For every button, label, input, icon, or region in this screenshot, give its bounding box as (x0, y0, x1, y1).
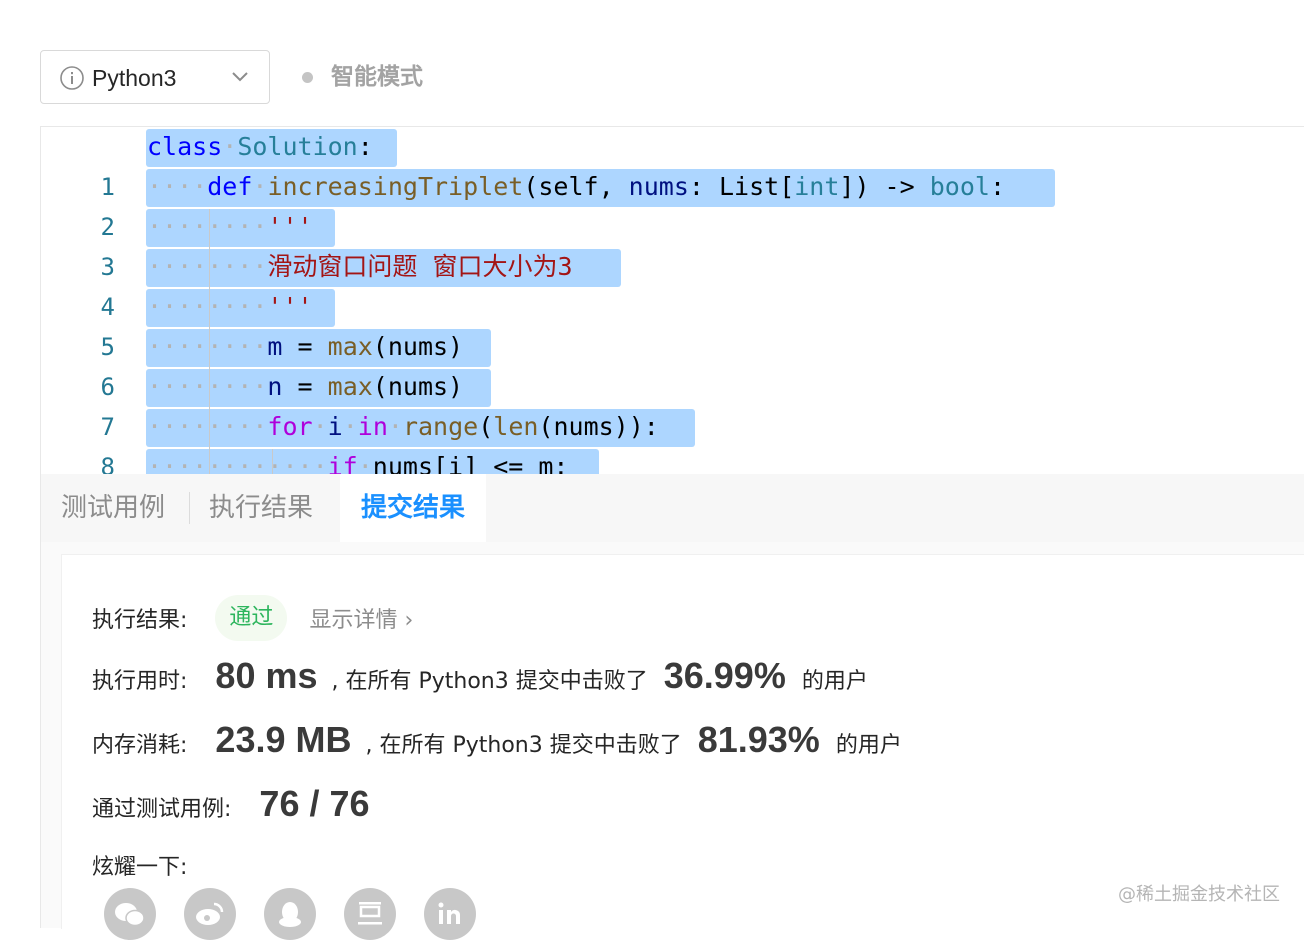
mode-dot-icon (302, 71, 313, 83)
memory-label: 内存消耗: (92, 733, 188, 758)
code-line: 8 ········for·i·in·range(len(nums)): (41, 407, 1304, 474)
chevron-down-icon (232, 72, 248, 82)
memory-value: 23.9 MB (215, 719, 352, 760)
code-text: ········for·i·in·range(len(nums)): (147, 412, 659, 441)
code-text: ····def·increasingTriplet(self, nums: Li… (147, 172, 1005, 201)
indent-guide (209, 209, 210, 474)
cases-label: 通过测试用例: (92, 797, 232, 822)
qq-icon[interactable] (264, 888, 316, 940)
cases-row: 通过测试用例: 76 / 76 (92, 783, 370, 825)
runtime-suffix: 的用户 (801, 669, 868, 694)
language-label: Python3 (92, 65, 177, 91)
code-line: 9 ············if·nums[i] <= m: (41, 447, 1304, 474)
runtime-percent: 36.99% (663, 655, 786, 696)
runtime-label: 执行用时: (92, 669, 188, 694)
code-line: 5 ········''' (41, 287, 1304, 361)
runtime-text: , 在所有 Python3 提交中击败了 (331, 669, 648, 694)
code-text: ········''' (147, 292, 313, 321)
result-panel: 执行结果: 通过 显示详情 › 执行用时: 80 ms , 在所有 Python… (40, 542, 1304, 929)
status-label: 执行结果: (92, 608, 188, 633)
code-line: 7 ········n = max(nums) (41, 367, 1304, 441)
memory-percent: 81.93% (697, 719, 820, 760)
tab-divider (189, 492, 190, 524)
wechat-icon[interactable] (104, 888, 156, 940)
code-line: 6 ········m = max(nums) (41, 327, 1304, 401)
indent-guide (272, 449, 273, 474)
share-label: 炫耀一下: (92, 855, 188, 880)
code-text: class·Solution: (147, 132, 373, 161)
code-line: 4 ········滑动窗口问题 窗口大小为3 (41, 247, 1304, 321)
info-icon (60, 66, 84, 90)
memory-text: , 在所有 Python3 提交中击败了 (365, 733, 682, 758)
runtime-row: 执行用时: 80 ms , 在所有 Python3 提交中击败了 36.99% … (92, 655, 868, 697)
watermark: @稀土掘金技术社区 (1118, 884, 1280, 905)
result-card: 执行结果: 通过 显示详情 › 执行用时: 80 ms , 在所有 Python… (61, 554, 1304, 929)
code-text: ············if·nums[i] <= m: (147, 452, 569, 474)
show-details-link[interactable]: 显示详情 › (309, 602, 413, 634)
code-text: ········''' (147, 212, 313, 241)
memory-suffix: 的用户 (835, 733, 902, 758)
douban-icon[interactable] (344, 888, 396, 940)
runtime-value: 80 ms (215, 655, 318, 696)
code-line: 2 ····def·increasingTriplet(self, nums: … (41, 167, 1304, 241)
share-buttons (104, 888, 504, 940)
code-line: 3 ········''' (41, 207, 1304, 281)
mode-label: 智能模式 (331, 64, 423, 90)
share-row: 炫耀一下: (92, 849, 187, 881)
result-tabs: 测试用例 执行结果 提交结果 (40, 474, 1304, 542)
language-select[interactable]: Python3 (40, 50, 270, 104)
tab-submit-result[interactable]: 提交结果 (340, 474, 486, 542)
code-text: ········n = max(nums) (147, 372, 464, 401)
weibo-icon[interactable] (184, 888, 236, 940)
linkedin-icon[interactable] (424, 888, 476, 940)
tab-test-cases[interactable]: 测试用例 (61, 474, 165, 542)
memory-row: 内存消耗: 23.9 MB , 在所有 Python3 提交中击败了 81.93… (92, 719, 902, 761)
code-editor[interactable]: 1 class·Solution: 2 ····def·increasingTr… (40, 126, 1304, 474)
status-badge: 通过 (215, 595, 288, 641)
tab-run-result[interactable]: 执行结果 (209, 474, 313, 542)
code-text: ········m = max(nums) (147, 332, 464, 361)
smart-mode-toggle[interactable]: 智能模式 (302, 62, 423, 92)
code-line: 1 class·Solution: (41, 127, 1304, 201)
status-row: 执行结果: 通过 显示详情 › (92, 595, 413, 641)
cases-value: 76 / 76 (259, 783, 370, 824)
code-text: ········滑动窗口问题 窗口大小为3 (147, 252, 573, 281)
